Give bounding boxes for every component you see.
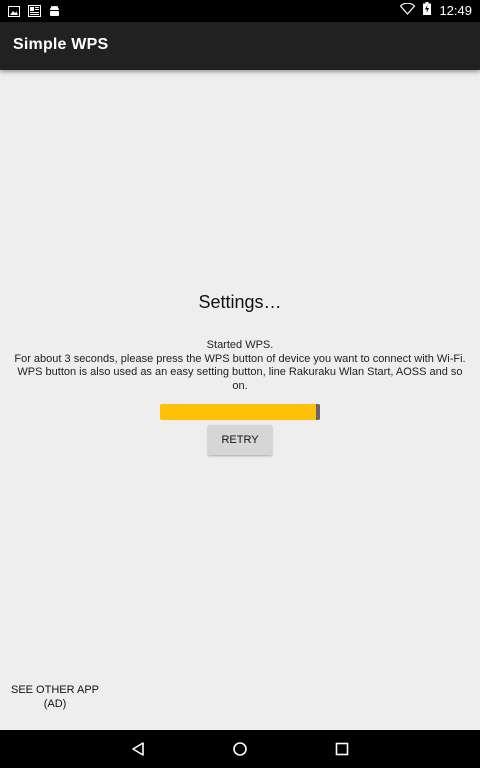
navigation-bar [0,730,480,768]
wps-message: Started WPS. For about 3 seconds, please… [10,339,470,393]
image-icon [8,4,20,22]
message-line-2: For about 3 seconds, please press the WP… [14,352,466,365]
back-icon[interactable] [127,738,149,760]
settings-title: Settings… [198,292,282,312]
progress-fill [160,404,320,420]
recents-icon[interactable] [331,738,353,760]
news-icon [28,4,41,22]
clock: 12:49 [439,2,472,18]
app-bar: Simple WPS [0,22,480,70]
message-line-3: WPS button is also used as an easy setti… [17,366,463,392]
see-other-app-button[interactable]: SEE OTHER APP (AD) [10,684,100,711]
battery-charging-icon [423,2,432,18]
retry-button[interactable]: RETRY [208,425,272,455]
progress-end-cap [316,404,320,420]
progress-bar [160,404,320,420]
wifi-icon [400,2,416,18]
android-icon [49,4,60,22]
home-icon[interactable] [229,738,251,760]
status-bar: 12:49 [0,0,480,22]
message-line-1: Started WPS. [206,339,274,351]
app-title: Simple WPS [13,36,109,53]
